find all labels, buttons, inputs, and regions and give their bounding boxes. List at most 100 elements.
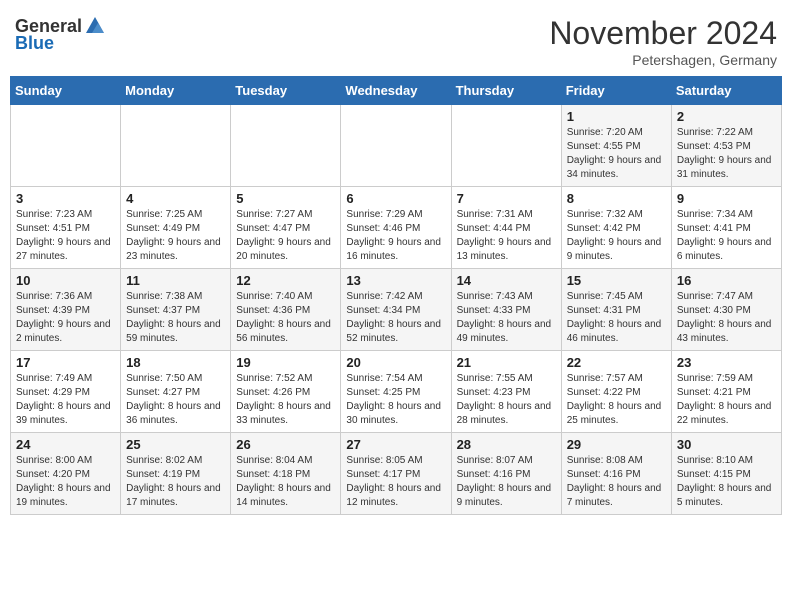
day-number: 25 (126, 437, 225, 452)
calendar-table: SundayMondayTuesdayWednesdayThursdayFrid… (10, 76, 782, 515)
calendar-cell: 20 Sunrise: 7:54 AM Sunset: 4:25 PM Dayli… (341, 351, 451, 433)
calendar-cell: 23Sunrise: 7:59 AM Sunset: 4:21 PM Dayli… (671, 351, 781, 433)
calendar-cell: 29 Sunrise: 8:08 AM Sunset: 4:16 PM Dayli… (561, 433, 671, 515)
calendar-cell (341, 105, 451, 187)
page-header: General Blue November 2024 Petershagen, … (10, 10, 782, 68)
day-number: 3 (16, 191, 115, 206)
calendar-cell: 10 Sunrise: 7:36 AM Sunset: 4:39 PM Dayli… (11, 269, 121, 351)
day-detail: Sunrise: 8:07 AM Sunset: 4:16 PM Dayligh… (457, 454, 556, 510)
calendar-cell: 19Sunrise: 7:52 AM Sunset: 4:26 PM Dayli… (231, 351, 341, 433)
day-number: 9 (677, 191, 776, 206)
calendar-cell: 8Sunrise: 7:32 AM Sunset: 4:42 PM Daylig… (561, 187, 671, 269)
calendar-week-row: 1Sunrise: 7:20 AM Sunset: 4:55 PM Daylig… (11, 105, 782, 187)
day-detail: Sunrise: 7:43 AM Sunset: 4:33 PM Dayligh… (457, 290, 556, 346)
calendar-cell: 24 Sunrise: 8:00 AM Sunset: 4:20 PM Dayli… (11, 433, 121, 515)
logo: General Blue (15, 15, 106, 54)
day-detail: Sunrise: 7:27 AM Sunset: 4:47 PM Dayligh… (236, 208, 335, 264)
day-detail: Sunrise: 7:38 AM Sunset: 4:37 PM Dayligh… (126, 290, 225, 346)
calendar-cell: 12 Sunrise: 7:40 AM Sunset: 4:36 PM Dayli… (231, 269, 341, 351)
calendar-cell: 17 Sunrise: 7:49 AM Sunset: 4:29 PM Dayli… (11, 351, 121, 433)
day-detail: Sunrise: 7:49 AM Sunset: 4:29 PM Dayligh… (16, 372, 115, 428)
day-detail: Sunrise: 7:23 AM Sunset: 4:51 PM Dayligh… (16, 208, 115, 264)
logo-block: General Blue (15, 15, 106, 54)
day-number: 29 (567, 437, 666, 452)
day-number: 15 (567, 273, 666, 288)
header-friday: Friday (561, 77, 671, 105)
day-number: 5 (236, 191, 335, 206)
calendar-cell: 1Sunrise: 7:20 AM Sunset: 4:55 PM Daylig… (561, 105, 671, 187)
day-detail: Sunrise: 7:32 AM Sunset: 4:42 PM Dayligh… (567, 208, 666, 264)
location-subtitle: Petershagen, Germany (549, 52, 777, 68)
calendar-cell: 18 Sunrise: 7:50 AM Sunset: 4:27 PM Dayli… (121, 351, 231, 433)
calendar-cell: 21Sunrise: 7:55 AM Sunset: 4:23 PM Dayli… (451, 351, 561, 433)
day-number: 23 (677, 355, 776, 370)
calendar-week-row: 24 Sunrise: 8:00 AM Sunset: 4:20 PM Dayli… (11, 433, 782, 515)
day-detail: Sunrise: 8:05 AM Sunset: 4:17 PM Dayligh… (346, 454, 445, 510)
day-number: 20 (346, 355, 445, 370)
day-detail: Sunrise: 7:36 AM Sunset: 4:39 PM Dayligh… (16, 290, 115, 346)
calendar-cell (451, 105, 561, 187)
day-number: 4 (126, 191, 225, 206)
day-detail: Sunrise: 8:08 AM Sunset: 4:16 PM Dayligh… (567, 454, 666, 510)
calendar-week-row: 3 Sunrise: 7:23 AM Sunset: 4:51 PM Daylig… (11, 187, 782, 269)
day-number: 17 (16, 355, 115, 370)
logo-icon (84, 15, 106, 37)
day-detail: Sunrise: 8:04 AM Sunset: 4:18 PM Dayligh… (236, 454, 335, 510)
calendar-cell: 9 Sunrise: 7:34 AM Sunset: 4:41 PM Daylig… (671, 187, 781, 269)
day-detail: Sunrise: 7:52 AM Sunset: 4:26 PM Dayligh… (236, 372, 335, 428)
day-detail: Sunrise: 7:40 AM Sunset: 4:36 PM Dayligh… (236, 290, 335, 346)
calendar-week-row: 17 Sunrise: 7:49 AM Sunset: 4:29 PM Dayli… (11, 351, 782, 433)
day-detail: Sunrise: 8:00 AM Sunset: 4:20 PM Dayligh… (16, 454, 115, 510)
calendar-cell (11, 105, 121, 187)
day-detail: Sunrise: 7:25 AM Sunset: 4:49 PM Dayligh… (126, 208, 225, 264)
calendar-cell: 11 Sunrise: 7:38 AM Sunset: 4:37 PM Dayli… (121, 269, 231, 351)
calendar-cell: 2 Sunrise: 7:22 AM Sunset: 4:53 PM Daylig… (671, 105, 781, 187)
day-detail: Sunrise: 7:45 AM Sunset: 4:31 PM Dayligh… (567, 290, 666, 346)
day-number: 13 (346, 273, 445, 288)
calendar-cell: 28Sunrise: 8:07 AM Sunset: 4:16 PM Dayli… (451, 433, 561, 515)
calendar-week-row: 10 Sunrise: 7:36 AM Sunset: 4:39 PM Dayli… (11, 269, 782, 351)
calendar-cell: 16Sunrise: 7:47 AM Sunset: 4:30 PM Dayli… (671, 269, 781, 351)
day-detail: Sunrise: 7:50 AM Sunset: 4:27 PM Dayligh… (126, 372, 225, 428)
calendar-cell: 15 Sunrise: 7:45 AM Sunset: 4:31 PM Dayli… (561, 269, 671, 351)
calendar-cell: 14Sunrise: 7:43 AM Sunset: 4:33 PM Dayli… (451, 269, 561, 351)
day-detail: Sunrise: 7:42 AM Sunset: 4:34 PM Dayligh… (346, 290, 445, 346)
day-number: 11 (126, 273, 225, 288)
header-thursday: Thursday (451, 77, 561, 105)
calendar-cell: 30Sunrise: 8:10 AM Sunset: 4:15 PM Dayli… (671, 433, 781, 515)
day-detail: Sunrise: 7:34 AM Sunset: 4:41 PM Dayligh… (677, 208, 776, 264)
calendar-cell: 25Sunrise: 8:02 AM Sunset: 4:19 PM Dayli… (121, 433, 231, 515)
calendar-cell: 4 Sunrise: 7:25 AM Sunset: 4:49 PM Daylig… (121, 187, 231, 269)
calendar-cell: 13 Sunrise: 7:42 AM Sunset: 4:34 PM Dayli… (341, 269, 451, 351)
day-detail: Sunrise: 7:31 AM Sunset: 4:44 PM Dayligh… (457, 208, 556, 264)
month-year-title: November 2024 (549, 15, 777, 52)
day-number: 10 (16, 273, 115, 288)
logo-blue: Blue (15, 33, 54, 54)
day-number: 30 (677, 437, 776, 452)
day-detail: Sunrise: 7:29 AM Sunset: 4:46 PM Dayligh… (346, 208, 445, 264)
calendar-cell (121, 105, 231, 187)
calendar-cell: 26Sunrise: 8:04 AM Sunset: 4:18 PM Dayli… (231, 433, 341, 515)
calendar-header-row: SundayMondayTuesdayWednesdayThursdayFrid… (11, 77, 782, 105)
title-block: November 2024 Petershagen, Germany (549, 15, 777, 68)
day-number: 22 (567, 355, 666, 370)
day-number: 6 (346, 191, 445, 206)
day-detail: Sunrise: 7:47 AM Sunset: 4:30 PM Dayligh… (677, 290, 776, 346)
calendar-cell: 3 Sunrise: 7:23 AM Sunset: 4:51 PM Daylig… (11, 187, 121, 269)
header-wednesday: Wednesday (341, 77, 451, 105)
header-sunday: Sunday (11, 77, 121, 105)
day-detail: Sunrise: 7:22 AM Sunset: 4:53 PM Dayligh… (677, 126, 776, 182)
header-saturday: Saturday (671, 77, 781, 105)
day-number: 2 (677, 109, 776, 124)
day-number: 1 (567, 109, 666, 124)
day-detail: Sunrise: 7:54 AM Sunset: 4:25 PM Dayligh… (346, 372, 445, 428)
day-detail: Sunrise: 7:55 AM Sunset: 4:23 PM Dayligh… (457, 372, 556, 428)
calendar-cell: 22 Sunrise: 7:57 AM Sunset: 4:22 PM Dayli… (561, 351, 671, 433)
day-detail: Sunrise: 7:57 AM Sunset: 4:22 PM Dayligh… (567, 372, 666, 428)
calendar-cell: 5 Sunrise: 7:27 AM Sunset: 4:47 PM Daylig… (231, 187, 341, 269)
header-monday: Monday (121, 77, 231, 105)
day-number: 12 (236, 273, 335, 288)
day-number: 18 (126, 355, 225, 370)
calendar-cell: 7Sunrise: 7:31 AM Sunset: 4:44 PM Daylig… (451, 187, 561, 269)
day-number: 24 (16, 437, 115, 452)
